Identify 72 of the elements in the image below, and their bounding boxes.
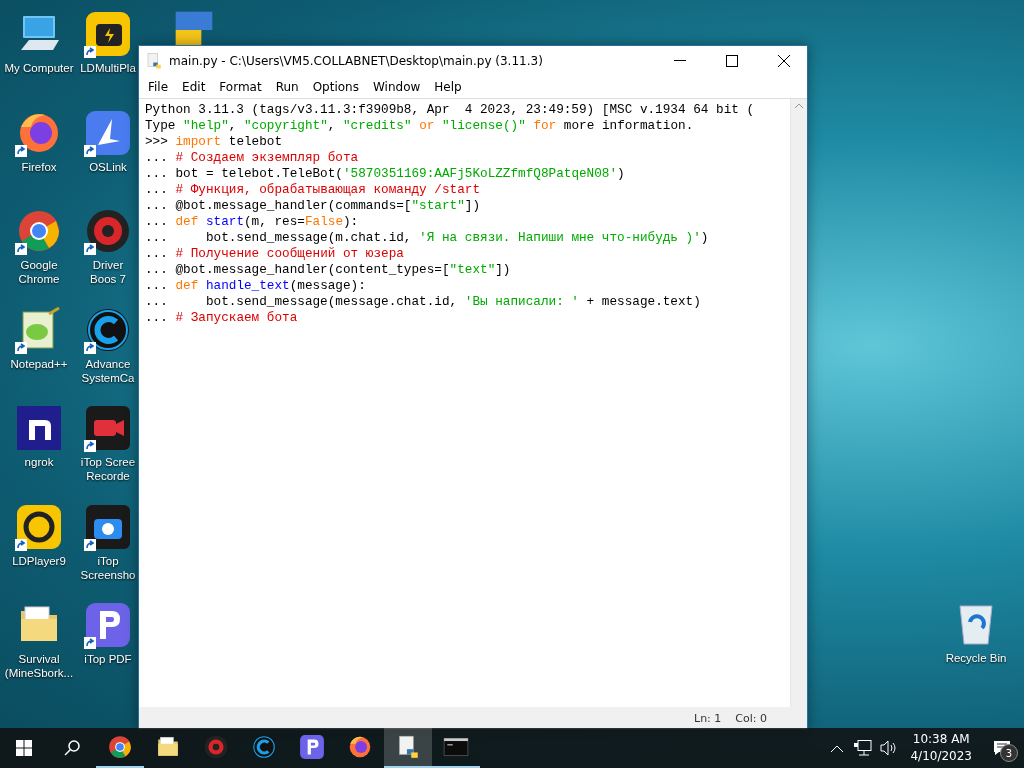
shortcut-arrow-icon [84,341,96,354]
chrome-icon [107,734,133,760]
app-tile-icon [84,108,132,157]
shortcut-arrow-icon [15,341,27,354]
code-line: Type "help", "copyright", "credits" or "license()" for more information. [145,118,695,134]
desktop-icon-label[interactable]: Firefox [1,159,77,174]
circle-icon [251,734,277,760]
code-line: >>> import telebot [145,134,284,150]
menu-item[interactable]: Run [268,80,306,94]
code-line: ... # Получение сообщений от юзера [145,246,405,262]
notification-count: 3 [1000,744,1018,762]
desktop-icon-label[interactable]: iTop PDF [78,652,138,666]
python-file-icon [145,52,163,70]
status-text: Col: 0 [735,711,767,725]
desktop-icon-label[interactable]: Advance SystemCa [78,356,138,385]
window-title: main.py - C:\Users\VM5.COLLABNET\Desktop\main.py (3.11.3) [169,54,544,68]
menu-item[interactable]: File [141,80,176,94]
clock-date[interactable]: 4/10/2023 [910,748,972,765]
chevron-up-icon [831,744,844,752]
menu-item[interactable]: Options [305,80,366,94]
code-line: ... bot = telebot.TeleBot('5870351169:AAFj5KoLZZfmfQ8PatqeN08') [145,166,626,182]
shortcut-arrow-icon [84,637,96,649]
scrollbar[interactable] [790,99,807,707]
notifications-button[interactable]: 3 [980,728,1024,768]
code-line: ... def start(m, res=False): [145,214,360,230]
clock-time[interactable]: 10:38 AM [910,731,972,748]
shortcut-arrow-icon [15,144,27,157]
shortcut-arrow-icon [84,440,96,452]
desktop-icon-label[interactable]: LDPlayer9 [1,553,77,568]
shortcut-arrow-icon [84,243,96,255]
menu-item[interactable]: Help [427,80,469,94]
desktop-icon-label[interactable]: Recycle Bin [938,651,1014,665]
desktop-icon-label[interactable]: ngrok [1,455,77,469]
code-line: ... @bot.message_handler(content_types=["text"]) [145,262,512,278]
status-text: Ln: 1 [694,711,722,725]
desktop-icon-label[interactable]: Driver Boos 7 [78,258,138,286]
desktop-icon-label[interactable]: iTop Scree Recorde [78,455,138,483]
code-line: ... @bot.message_handler(commands=["start"]) [145,198,481,214]
menu-item[interactable]: Format [212,80,269,94]
desktop-icon-label[interactable]: My Computer [1,61,77,75]
menu-item[interactable]: Edit [175,80,213,94]
pdf-icon [299,734,325,760]
code-line: Python 3.11.3 (tags/v3.11.3:f3909b8, Apr 4 2023, 23:49:59) [MSC v.1934 64 bit ( [145,102,756,118]
scroll-up-icon [795,103,803,108]
code-line: ... # Запускаем бота [145,310,299,326]
code-line: ... bot.send_message(m.chat.id, 'Я на связи. Напиши мне что-нибудь )') [145,230,710,246]
desktop-icon-label[interactable]: OSLink [78,159,138,174]
shortcut-arrow-icon [15,243,27,255]
code-line: ... bot.send_message(message.chat.id, 'Вы написали: ' + message.text) [145,294,702,310]
desktop-icon-label[interactable]: iTop Screensho [78,553,138,582]
desktop-icon-label[interactable]: Survival (MineSbork... [1,652,77,680]
code-line: ... # Создаем экземпляр бота [145,150,360,166]
volume-icon[interactable] [880,740,899,756]
close-icon [778,55,790,67]
app-tile-icon [84,10,132,58]
camera-icon [84,502,132,551]
desktop-icon-label[interactable]: Google Chrome [1,258,77,286]
camera-icon [84,404,132,452]
code-line: ... # Функция, обрабатывающая команду /start [145,182,482,198]
network-icon[interactable] [854,740,873,756]
desktop-icon-label[interactable]: Notepad++ [1,356,77,371]
minimize-icon [674,60,686,62]
shortcut-arrow-icon [84,46,96,58]
windows-logo-icon [16,740,32,756]
taskbar-app-button[interactable] [384,728,432,768]
maximize-icon [726,55,738,67]
fox-icon [347,734,373,760]
pdf-icon [84,601,132,649]
code-line: ... def handle_text(message): [145,278,367,294]
search-icon [64,740,80,756]
menu-item[interactable]: Window [365,80,428,94]
desktop-icon-label[interactable]: LDMultiPla [78,61,138,75]
